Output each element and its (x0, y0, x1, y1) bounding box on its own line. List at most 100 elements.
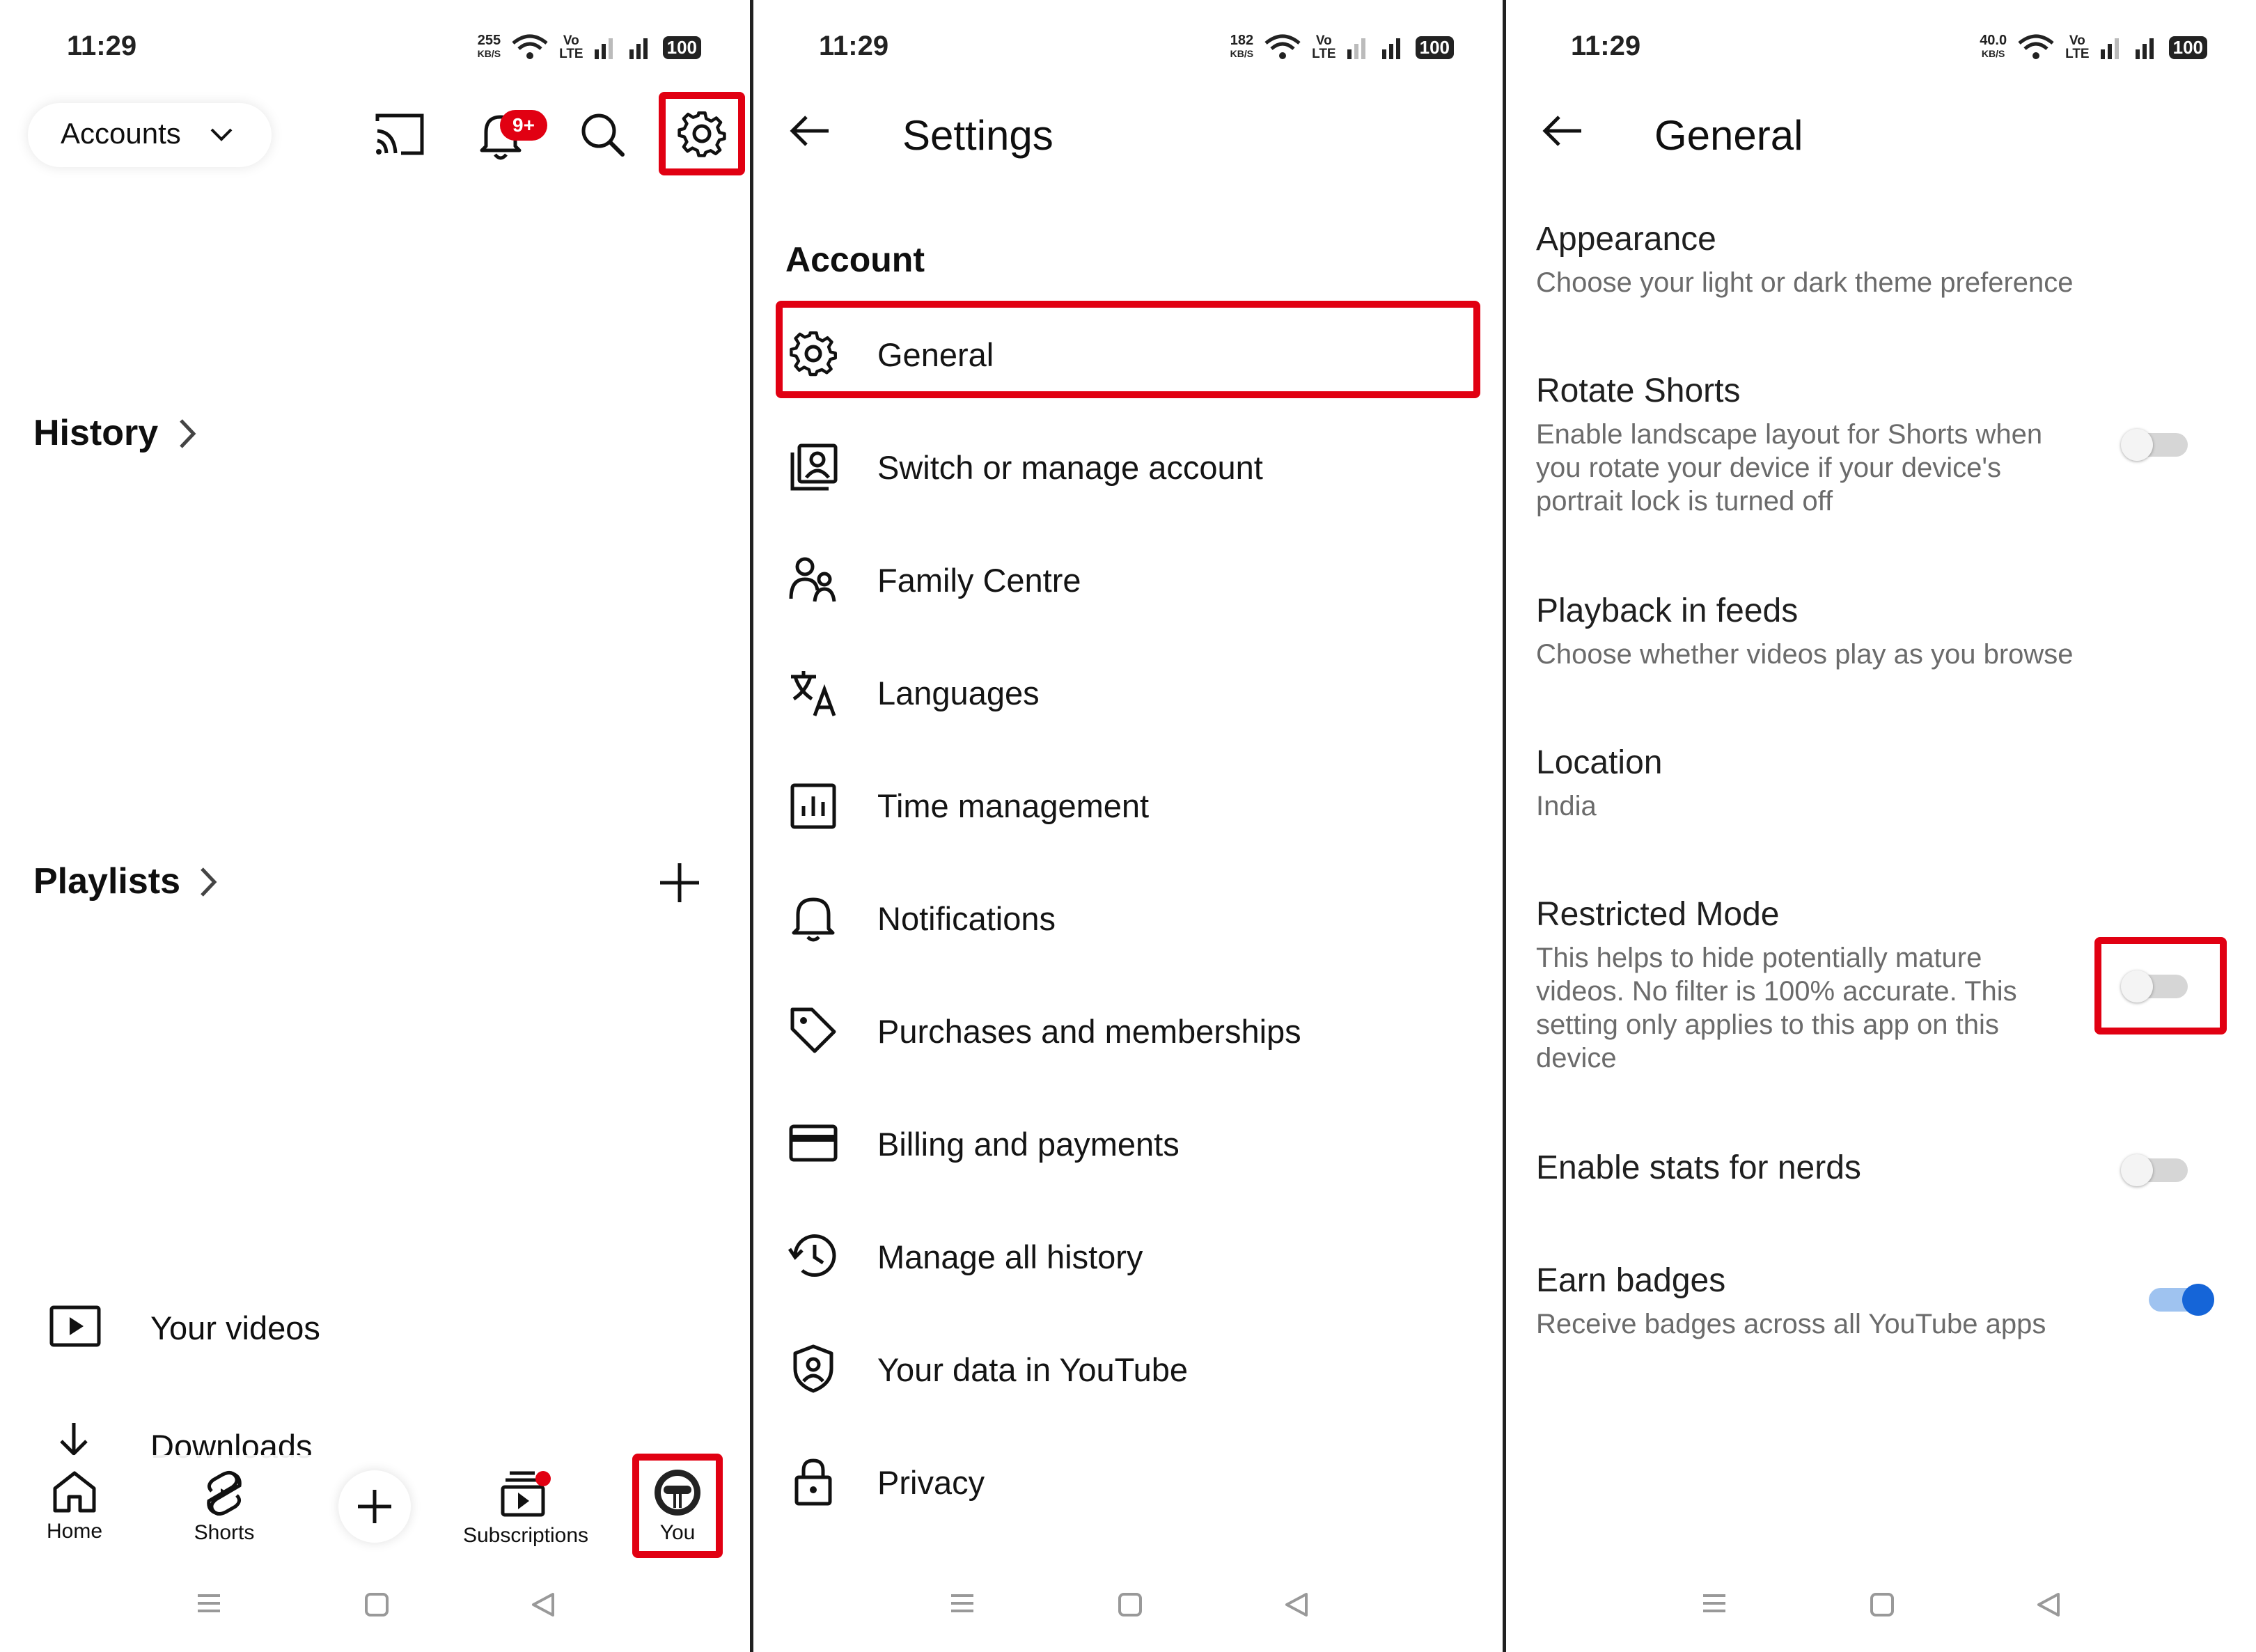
settings-item-label: Notifications (877, 900, 1056, 937)
signal-icon (2099, 36, 2124, 59)
recents-icon[interactable] (948, 1591, 976, 1615)
settings-item-label: Manage all history (877, 1238, 1143, 1275)
status-time: 11:29 (1571, 31, 1641, 61)
chart-icon (788, 781, 838, 831)
section-heading: Account (785, 240, 925, 279)
nav-shorts-label: Shorts (194, 1521, 255, 1544)
chevron-right-icon[interactable] (196, 865, 220, 899)
settings-item-label: General (877, 336, 994, 373)
shield-person-icon (788, 1344, 838, 1394)
cast-icon[interactable] (373, 111, 426, 157)
setting-title: Location (1536, 744, 1663, 781)
battery-indicator: 100 (2168, 36, 2207, 59)
settings-item-label: Time management (877, 787, 1150, 824)
create-button[interactable] (338, 1470, 411, 1543)
setting-subtitle: This helps to hide potentially mature (1536, 943, 1982, 973)
status-bar-icons: 40.0 KB/S Vo LTE 100 (1980, 33, 2207, 61)
back-button-icon[interactable] (529, 1591, 557, 1618)
history-icon (788, 1231, 838, 1281)
wifi-icon (1263, 33, 1302, 61)
plus-icon (355, 1487, 394, 1526)
playlists-section-title[interactable]: Playlists (33, 860, 180, 902)
card-icon (788, 1118, 838, 1168)
your-videos-icon[interactable] (49, 1305, 102, 1348)
setting-subtitle: portrait lock is turned off (1536, 486, 1833, 517)
status-bar-icons: 255 KB/S Vo LTE 100 (478, 33, 701, 61)
settings-item-label: Billing and payments (877, 1126, 1180, 1163)
setting-subtitle: India (1536, 791, 1597, 821)
home-icon (51, 1469, 98, 1513)
lock-icon (788, 1456, 838, 1507)
nav-subscriptions-label: Subscriptions (462, 1524, 589, 1547)
history-section-title[interactable]: History (33, 412, 158, 454)
you-screen: 11:29 255 KB/S Vo LTE 100 Accounts 9+ Hist… (0, 0, 750, 1652)
battery-indicator: 100 (662, 36, 701, 59)
wifi-icon (2016, 33, 2055, 61)
settings-screen: 11:29 182 KB/S Vo LTE 100 Settings Account (753, 0, 1503, 1652)
setting-subtitle: Receive badges across all YouTube apps (1536, 1309, 2046, 1339)
signal-icon (2134, 36, 2159, 59)
add-playlist-icon[interactable] (657, 860, 702, 905)
net-speed: 255 KB/S (477, 33, 501, 59)
setting-subtitle: videos. No filter is 100% accurate. This (1536, 976, 2017, 1007)
volte-indicator: Vo LTE (1312, 33, 1336, 61)
signal-icon (593, 36, 618, 59)
setting-subtitle: Choose whether videos play as you browse (1536, 639, 2074, 670)
nav-home-label: Home (46, 1520, 103, 1543)
page-title: General (1654, 112, 1803, 159)
settings-item-label: Purchases and memberships (877, 1013, 1301, 1050)
chevron-right-icon[interactable] (175, 416, 199, 451)
nav-home[interactable]: Home (36, 1469, 113, 1543)
gear-icon (788, 329, 838, 379)
home-button-icon[interactable] (363, 1591, 390, 1618)
volte-indicator: Vo LTE (559, 33, 583, 61)
status-bar-icons: 182 KB/S Vo LTE 100 (1230, 33, 1454, 61)
restricted-mode-toggle[interactable] (2121, 968, 2191, 1002)
back-arrow-icon[interactable] (788, 113, 831, 149)
setting-title: Appearance (1536, 221, 1716, 258)
home-button-icon[interactable] (1869, 1591, 1895, 1618)
battery-indicator: 100 (1415, 36, 1454, 59)
setting-title: Earn badges (1536, 1262, 1726, 1299)
chevron-down-icon (207, 121, 235, 149)
volte-indicator: Vo LTE (2065, 33, 2090, 61)
signal-icon (1381, 36, 1406, 59)
back-button-icon[interactable] (2035, 1591, 2062, 1618)
accounts-dropdown[interactable]: Accounts (28, 103, 272, 167)
settings-item-label: Privacy (877, 1464, 985, 1501)
family-icon (788, 556, 838, 606)
search-icon[interactable] (578, 110, 627, 159)
rotate-shorts-toggle[interactable] (2121, 426, 2191, 461)
net-speed: 40.0 KB/S (1980, 33, 2007, 59)
setting-subtitle: device (1536, 1043, 1617, 1073)
back-button-icon[interactable] (1283, 1591, 1310, 1618)
signal-icon (1346, 36, 1371, 59)
wifi-icon (510, 33, 549, 61)
translate-icon (788, 668, 838, 718)
back-arrow-icon[interactable] (1541, 113, 1584, 149)
signal-icon (628, 36, 653, 59)
setting-subtitle: Choose your light or dark theme preferen… (1536, 267, 2074, 298)
recents-icon[interactable] (195, 1591, 223, 1615)
subscriptions-icon (500, 1469, 551, 1518)
gear-icon[interactable] (677, 109, 727, 159)
settings-item-label: Family Centre (877, 562, 1081, 599)
nav-shorts[interactable]: Shorts (182, 1469, 266, 1545)
account-switch-icon (788, 443, 838, 493)
shorts-icon (203, 1469, 245, 1518)
setting-title: Rotate Shorts (1536, 372, 1741, 409)
nav-you[interactable]: You (639, 1468, 716, 1545)
status-time: 11:29 (819, 31, 889, 61)
accounts-label: Accounts (61, 117, 181, 150)
settings-item-label: Switch or manage account (877, 449, 1263, 486)
nav-you-label: You (659, 1521, 696, 1544)
stats-for-nerds-toggle[interactable] (2121, 1151, 2191, 1186)
setting-title: Enable stats for nerds (1536, 1149, 1861, 1186)
your-videos-label[interactable]: Your videos (150, 1309, 320, 1347)
home-button-icon[interactable] (1117, 1591, 1143, 1618)
notification-badge: 9+ (500, 110, 547, 141)
recents-icon[interactable] (1700, 1591, 1728, 1615)
nav-subscriptions[interactable]: Subscriptions (453, 1469, 599, 1548)
earn-badges-toggle[interactable] (2146, 1281, 2216, 1316)
net-speed: 182 KB/S (1230, 33, 1254, 59)
